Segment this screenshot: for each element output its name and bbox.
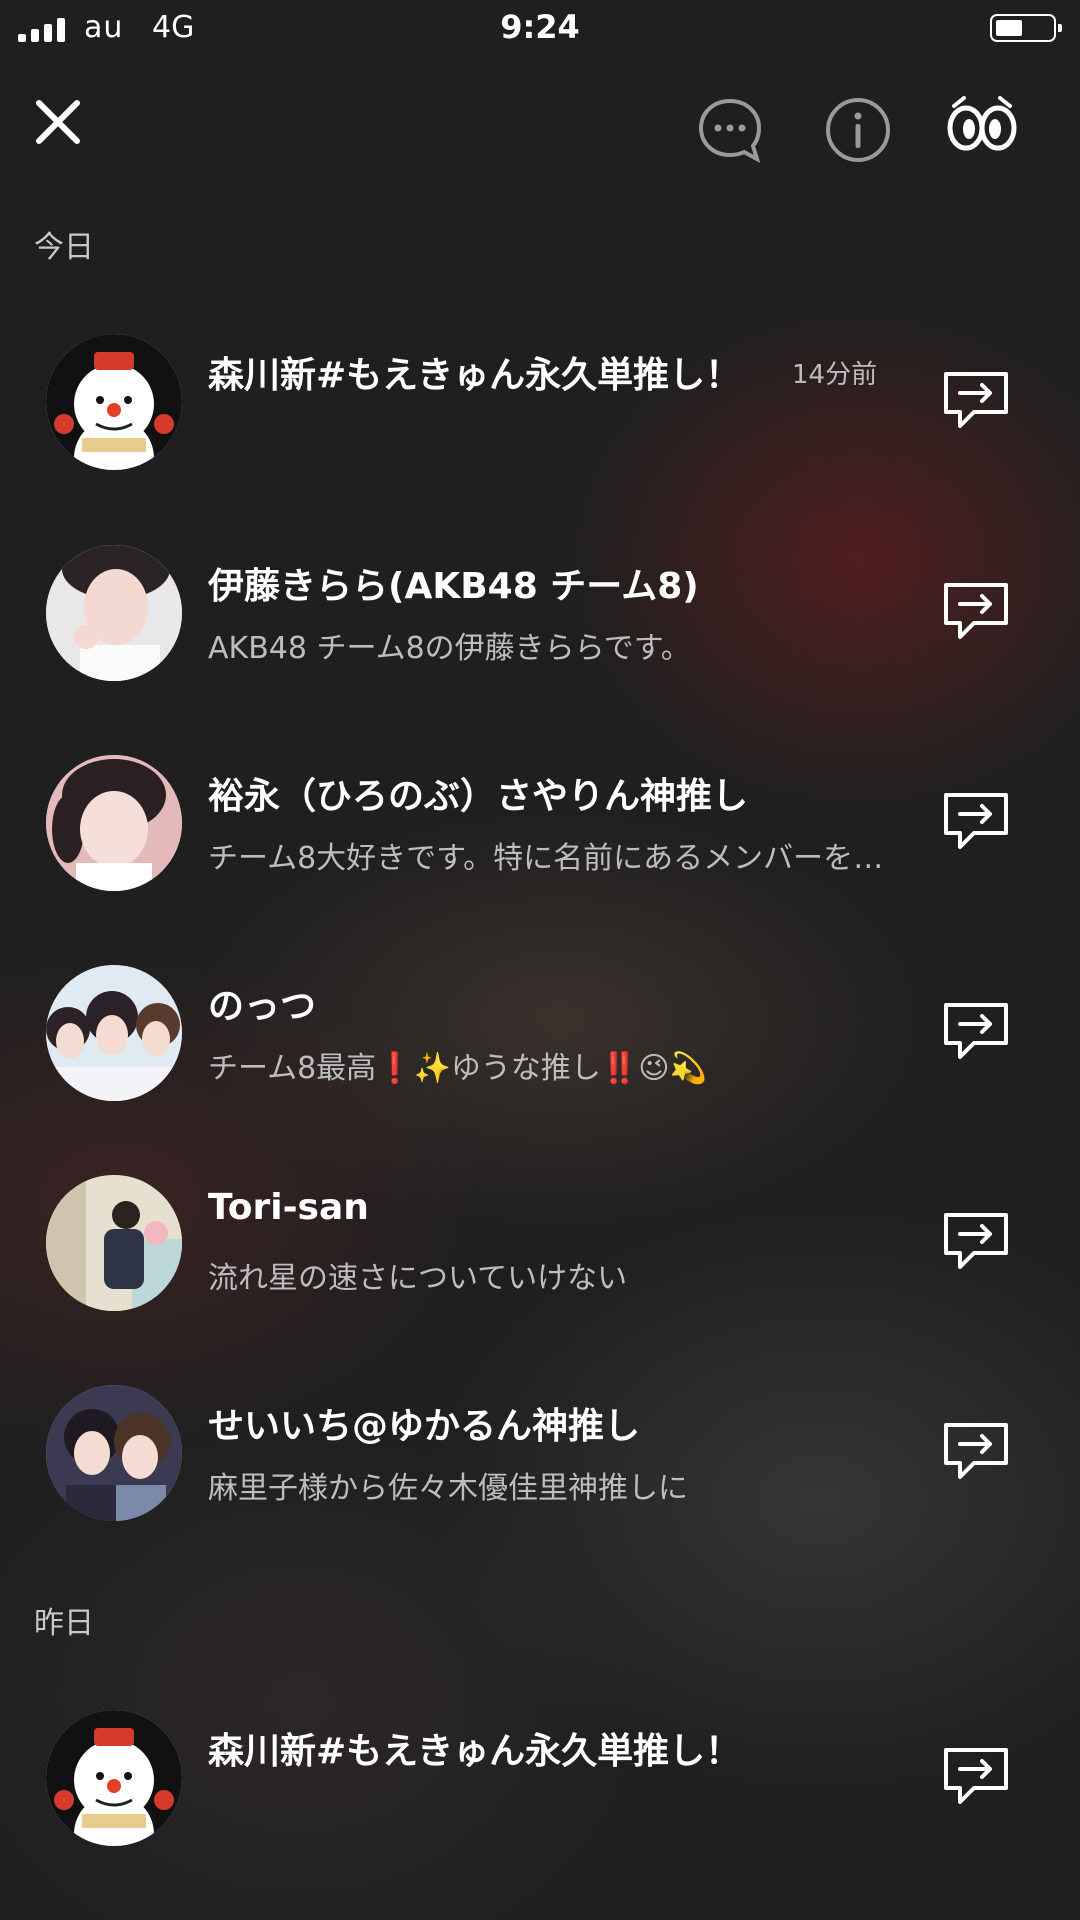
share-icon xyxy=(944,1003,1008,1059)
item-time: 14分前 xyxy=(792,360,878,390)
item-description: 麻里子様から佐々木優佳里神推しに xyxy=(208,1471,688,1506)
share-icon xyxy=(944,1423,1008,1479)
item-description: AKB48 チーム8の伊藤きららです。 xyxy=(208,631,691,666)
item-description: チーム8大好きです。特に名前にあるメンバーを応援しています。 xyxy=(208,841,884,876)
avatar-photo xyxy=(46,545,182,681)
share-icon xyxy=(944,793,1008,849)
info-button[interactable] xyxy=(818,90,898,170)
avatar[interactable] xyxy=(46,334,182,470)
eyes-icon xyxy=(947,96,1017,151)
share-button[interactable] xyxy=(940,1209,1012,1275)
share-button[interactable] xyxy=(940,999,1012,1065)
item-name: 森川新#もえきゅん永久単推し！ xyxy=(208,355,742,396)
item-name: のっつ xyxy=(208,986,317,1027)
chat-bubble-icon xyxy=(698,98,762,164)
share-button[interactable] xyxy=(940,1744,1012,1810)
eyes-button[interactable] xyxy=(940,88,1024,160)
share-icon xyxy=(944,372,1008,428)
avatar[interactable] xyxy=(46,965,182,1101)
item-description: チーム8最高❗️✨ゆうな推し‼️😉💫 xyxy=(208,1051,707,1086)
avatar-photo xyxy=(46,755,182,891)
snowman-avatar-image xyxy=(46,334,182,470)
battery-icon xyxy=(990,14,1062,42)
item-name: 森川新#もえきゅん永久単推し！ xyxy=(208,1731,742,1772)
share-button[interactable] xyxy=(940,1419,1012,1485)
list-item[interactable]: 森川新#もえきゅん永久単推し！ 14分前 xyxy=(0,334,1080,534)
status-time: 9:24 xyxy=(500,8,580,46)
list-item[interactable]: 裕永（ひろのぶ）さやりん神推し チーム8大好きです。特に名前にあるメンバーを応援… xyxy=(0,755,1080,955)
avatar-photo xyxy=(46,1175,182,1311)
share-icon xyxy=(944,583,1008,639)
share-icon xyxy=(944,1213,1008,1269)
list-item[interactable]: せいいち@ゆかるん神推し 麻里子様から佐々木優佳里神推しに xyxy=(0,1385,1080,1585)
item-name: せいいち@ゆかるん神推し xyxy=(208,1406,641,1447)
share-icon xyxy=(944,1748,1008,1804)
share-button[interactable] xyxy=(940,789,1012,855)
share-button[interactable] xyxy=(940,579,1012,645)
section-label-today: 今日 xyxy=(34,230,94,265)
item-name: 裕永（ひろのぶ）さやりん神推し xyxy=(208,776,749,817)
item-name: 伊藤きらら(AKB48 チーム8) xyxy=(208,566,699,607)
info-icon xyxy=(826,98,890,162)
list-item[interactable]: のっつ チーム8最高❗️✨ゆうな推し‼️😉💫 xyxy=(0,965,1080,1165)
avatar-photo xyxy=(46,965,182,1101)
avatar[interactable] xyxy=(46,1710,182,1846)
section-label-yesterday: 昨日 xyxy=(34,1606,94,1641)
avatar[interactable] xyxy=(46,1385,182,1521)
list-item[interactable]: 森川新#もえきゅん永久単推し！ xyxy=(0,1710,1080,1910)
avatar[interactable] xyxy=(46,545,182,681)
list-item[interactable]: 伊藤きらら(AKB48 チーム8) AKB48 チーム8の伊藤きららです。 xyxy=(0,545,1080,745)
list-item[interactable]: Tori-san 流れ星の速さについていけない xyxy=(0,1175,1080,1375)
avatar[interactable] xyxy=(46,755,182,891)
item-description: 流れ星の速さについていけない xyxy=(208,1261,628,1296)
item-name: Tori-san xyxy=(208,1187,369,1228)
share-button[interactable] xyxy=(940,368,1012,434)
close-button[interactable] xyxy=(28,92,88,152)
avatar-photo xyxy=(46,1385,182,1521)
close-icon xyxy=(36,100,80,144)
status-bar: au 4G 9:24 xyxy=(0,0,1080,60)
snowman-avatar-image xyxy=(46,1710,182,1846)
avatar[interactable] xyxy=(46,1175,182,1311)
chat-button[interactable] xyxy=(690,90,770,170)
